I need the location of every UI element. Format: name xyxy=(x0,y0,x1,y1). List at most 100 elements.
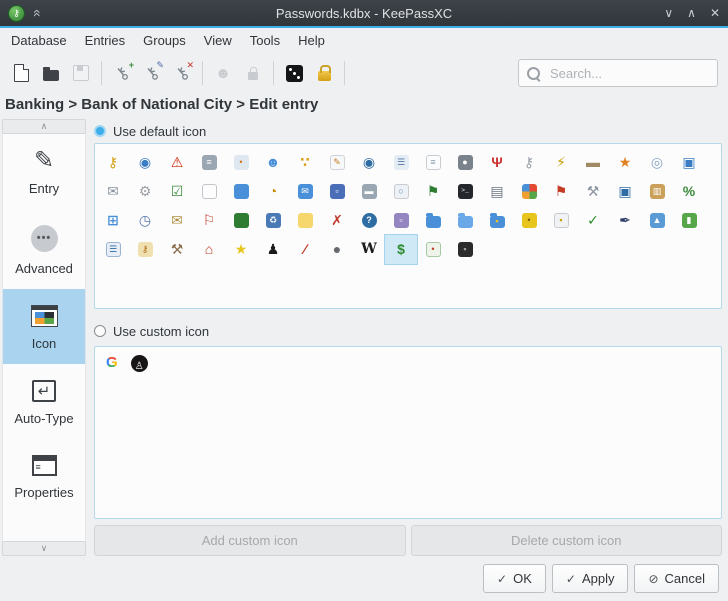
default-icon-feather[interactable]: ∕ xyxy=(289,235,321,264)
default-icon-multi-keys[interactable]: ⚷ xyxy=(513,148,545,177)
default-icon-terminal-encrypted[interactable]: ⚑ xyxy=(417,177,449,206)
default-icon-paper-q[interactable]: ○ xyxy=(385,177,417,206)
default-icon-screen[interactable] xyxy=(225,177,257,206)
default-icon-expired[interactable]: ✗ xyxy=(321,206,353,235)
sidebar-scroll-down-button[interactable]: ∨ xyxy=(2,541,86,556)
minimize-button[interactable]: ∨ xyxy=(664,6,673,20)
default-icon-scanner[interactable]: ▬ xyxy=(577,148,609,177)
default-icon-notepad[interactable]: ✎ xyxy=(321,148,353,177)
default-icon-thumbnail[interactable]: ▲ xyxy=(641,206,673,235)
default-icon-list[interactable]: ☰ xyxy=(97,235,129,264)
default-icon-digicam[interactable]: ● xyxy=(449,148,481,177)
default-icon-trash-bin[interactable]: ♻ xyxy=(257,206,289,235)
default-icon-monitor[interactable]: ▣ xyxy=(673,148,705,177)
default-icon-world-socket[interactable]: ◉ xyxy=(353,148,385,177)
default-icon-user-communication[interactable]: ☻ xyxy=(257,148,289,177)
default-icon-archive[interactable]: ▥ xyxy=(641,177,673,206)
default-icon-paper-locked[interactable]: ▪ xyxy=(545,206,577,235)
default-icon-identity[interactable]: ☰ xyxy=(385,148,417,177)
search-input[interactable] xyxy=(548,64,709,82)
search-box[interactable] xyxy=(518,59,718,87)
menu-help[interactable]: Help xyxy=(289,28,334,54)
default-icon-printer[interactable]: ▤ xyxy=(481,177,513,206)
delete-entry-button[interactable]: ⚷ ✕ xyxy=(167,58,197,88)
default-icon-world-computer[interactable]: ▣ xyxy=(609,177,641,206)
delete-custom-icon-button[interactable]: Delete custom icon xyxy=(410,525,722,556)
open-database-button[interactable] xyxy=(36,58,66,88)
default-icon-certificate[interactable]: • xyxy=(417,235,449,264)
default-icon-folder-package[interactable]: ▪ xyxy=(481,206,513,235)
ok-button[interactable]: ✓ OK xyxy=(483,564,546,593)
default-icon-home[interactable]: ⌂ xyxy=(193,235,225,264)
menu-groups[interactable]: Groups xyxy=(134,28,195,54)
menu-tools[interactable]: Tools xyxy=(241,28,289,54)
default-icon-energy[interactable]: ⚡ xyxy=(545,148,577,177)
sidebar-item-icon[interactable]: Icon xyxy=(3,289,85,364)
default-icon-tux[interactable]: ♟ xyxy=(257,235,289,264)
default-icon-parts[interactable]: ∵ xyxy=(289,148,321,177)
shade-window-icon[interactable]: « xyxy=(30,9,46,17)
menu-database[interactable]: Database xyxy=(2,28,76,54)
use-custom-icon-row[interactable]: Use custom icon xyxy=(94,319,722,343)
default-icon-apple[interactable]: ● xyxy=(321,235,353,264)
default-icon-configuration[interactable]: ⚙ xyxy=(129,177,161,206)
default-icon-drive[interactable]: ▬ xyxy=(353,177,385,206)
use-default-icon-radio[interactable] xyxy=(94,125,106,137)
default-icon-clipboard-ready[interactable]: ☑ xyxy=(161,177,193,206)
default-icon-memory[interactable] xyxy=(225,206,257,235)
default-icon-settings[interactable]: ⚒ xyxy=(577,177,609,206)
default-icon-run[interactable]: ⚑ xyxy=(545,177,577,206)
default-icon-checked[interactable]: ✓ xyxy=(577,206,609,235)
new-database-button[interactable] xyxy=(6,58,36,88)
custom-icon-google[interactable]: G xyxy=(106,355,118,371)
default-icon-blackberry[interactable]: ▪ xyxy=(449,235,481,264)
default-icon-energy-careful[interactable]: ◔ xyxy=(257,177,289,206)
default-icon-email[interactable]: ✉ xyxy=(97,177,129,206)
default-icon-clock[interactable]: ◷ xyxy=(129,206,161,235)
apply-button[interactable]: ✓ Apply xyxy=(551,564,629,593)
default-icon-network-server[interactable]: ≡ xyxy=(193,148,225,177)
default-icon-cdrom[interactable]: ◎ xyxy=(641,148,673,177)
default-icon-book[interactable]: ▮ xyxy=(673,206,705,235)
use-default-icon-row[interactable]: Use default icon xyxy=(94,119,722,143)
edit-entry-button[interactable]: ⚷ ✎ xyxy=(137,58,167,88)
default-icon-pen[interactable]: ✒ xyxy=(609,206,641,235)
sidebar-scroll-up-button[interactable]: ∧ xyxy=(2,119,86,134)
default-icon-star[interactable]: ★ xyxy=(225,235,257,264)
add-custom-icon-button[interactable]: Add custom icon xyxy=(94,525,406,556)
default-icon-note[interactable] xyxy=(289,206,321,235)
copy-password-button[interactable] xyxy=(238,58,268,88)
sidebar-item-advanced[interactable]: ••• Advanced xyxy=(3,209,85,289)
app-icon[interactable]: ⚷ xyxy=(8,4,25,22)
add-entry-button[interactable]: ⚷ + xyxy=(107,58,137,88)
save-database-button[interactable] xyxy=(66,58,96,88)
sidebar-item-properties[interactable]: ≡ Properties xyxy=(3,439,85,513)
default-icon-paper-ready[interactable]: ≡ xyxy=(417,148,449,177)
default-icon-paper-new[interactable] xyxy=(193,177,225,206)
default-icon-program-icons[interactable] xyxy=(513,177,545,206)
use-custom-icon-radio[interactable] xyxy=(94,325,106,337)
default-icon-tool[interactable]: ⚒ xyxy=(161,235,193,264)
default-icon-key[interactable]: ⚷ xyxy=(97,148,129,177)
default-icon-email-box[interactable]: ✉ xyxy=(289,177,321,206)
default-icon-wiki[interactable]: W xyxy=(353,235,385,264)
default-icon-world[interactable]: ◉ xyxy=(129,148,161,177)
copy-username-button[interactable]: ☻ xyxy=(208,58,238,88)
default-icon-folder[interactable] xyxy=(417,206,449,235)
default-icon-ir-communication[interactable]: Ψ xyxy=(481,148,513,177)
cancel-button[interactable]: ⊘ Cancel xyxy=(634,564,719,593)
default-icon-user-key[interactable]: ⚷ xyxy=(129,235,161,264)
default-icon-money[interactable]: $ xyxy=(384,234,418,265)
default-icon-package[interactable]: ▫ xyxy=(385,206,417,235)
default-icon-disk[interactable]: ▫ xyxy=(321,177,353,206)
sidebar-item-auto-type[interactable]: ↵ Auto-Type xyxy=(3,364,85,439)
maximize-button[interactable]: ∧ xyxy=(687,6,696,20)
default-icon-lock-open[interactable]: • xyxy=(513,206,545,235)
lock-database-button[interactable] xyxy=(309,58,339,88)
default-icon-warning[interactable]: ⚠ xyxy=(161,148,193,177)
menu-entries[interactable]: Entries xyxy=(76,28,134,54)
default-icon-info[interactable]: ? xyxy=(353,206,385,235)
default-icon-homebanking[interactable]: % xyxy=(673,177,705,206)
default-icon-folder-open[interactable] xyxy=(449,206,481,235)
default-icon-email-search[interactable]: ✉ xyxy=(161,206,193,235)
